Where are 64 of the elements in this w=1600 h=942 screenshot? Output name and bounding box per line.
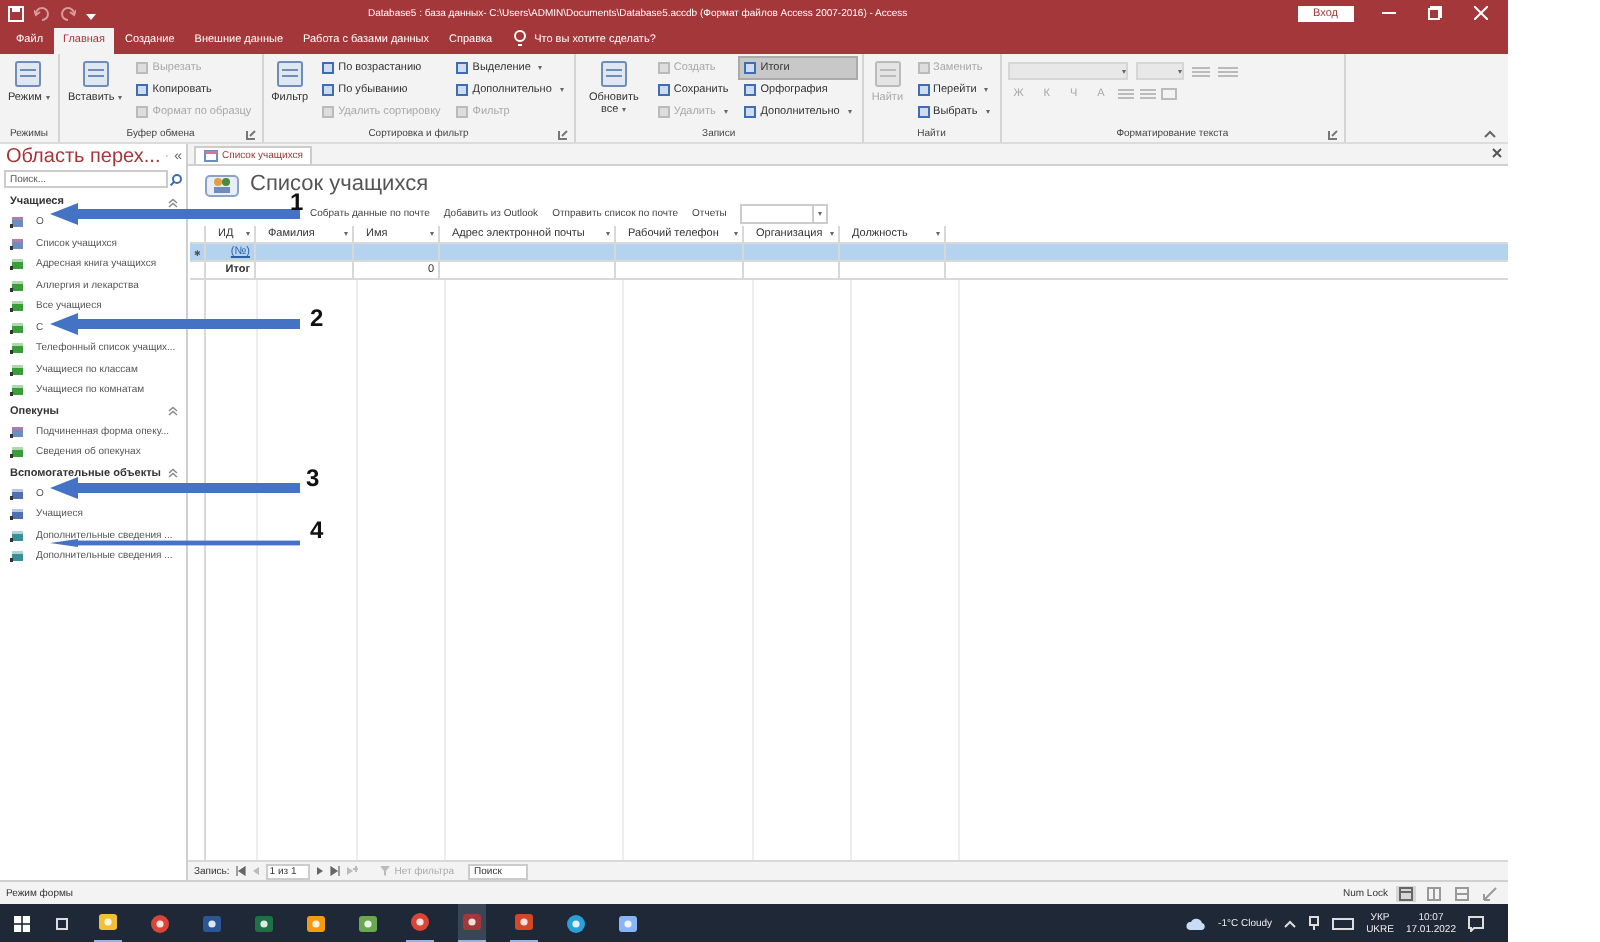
object-icon bbox=[10, 384, 24, 397]
keyboard-icon[interactable] bbox=[1332, 917, 1355, 929]
object-icon bbox=[10, 258, 24, 271]
restore-icon[interactable] bbox=[1428, 6, 1442, 20]
undo-icon[interactable] bbox=[34, 5, 50, 21]
object-icon bbox=[10, 508, 24, 521]
square-app-icon bbox=[514, 912, 534, 932]
callout-number: 4 bbox=[310, 518, 324, 542]
next-record-icon[interactable] bbox=[316, 866, 325, 876]
tool-icon bbox=[14, 60, 43, 88]
tool-icon bbox=[81, 60, 110, 88]
lightbulb-icon bbox=[514, 30, 527, 46]
form-title: Список учащихся bbox=[250, 172, 429, 196]
square-app-icon bbox=[254, 913, 274, 933]
cloud-icon bbox=[1186, 917, 1207, 929]
square-app-icon bbox=[202, 913, 222, 933]
square-app-icon bbox=[98, 912, 118, 932]
callout-number: 1 bbox=[290, 190, 304, 214]
first-record-icon[interactable] bbox=[235, 866, 246, 876]
notification-icon[interactable] bbox=[1468, 915, 1484, 931]
square-app-icon bbox=[358, 913, 378, 933]
tool-icon bbox=[275, 60, 304, 88]
object-icon bbox=[10, 363, 24, 376]
circle-app-icon bbox=[410, 912, 430, 932]
launcher-icon[interactable] bbox=[557, 129, 568, 139]
people-icon bbox=[204, 170, 240, 198]
object-icon bbox=[10, 487, 24, 500]
object-icon bbox=[10, 279, 24, 292]
minimize-icon[interactable] bbox=[1382, 6, 1396, 20]
circle-app-icon bbox=[566, 913, 586, 933]
pane-title: Область перех... bbox=[6, 145, 161, 167]
square-app-icon bbox=[306, 913, 326, 933]
callout-number: 3 bbox=[306, 466, 320, 490]
launcher-icon[interactable] bbox=[245, 129, 256, 139]
object-icon bbox=[10, 529, 24, 542]
layout-view-icon[interactable] bbox=[1452, 885, 1472, 901]
redo-icon[interactable] bbox=[60, 5, 76, 21]
funnel-icon bbox=[380, 866, 391, 876]
close-icon[interactable] bbox=[1492, 148, 1502, 158]
tool-icon bbox=[599, 60, 628, 88]
taskbar-app-icon[interactable] bbox=[458, 904, 486, 942]
object-icon bbox=[10, 300, 24, 313]
save-icon[interactable] bbox=[8, 5, 24, 21]
datasheet-view-icon[interactable] bbox=[1424, 885, 1444, 901]
task-view-icon[interactable] bbox=[54, 915, 70, 931]
square-app-icon bbox=[618, 913, 638, 933]
object-icon bbox=[10, 237, 24, 250]
object-icon bbox=[10, 446, 24, 459]
collapse-ribbon-icon[interactable] bbox=[1484, 130, 1496, 138]
object-icon bbox=[10, 342, 24, 355]
form-view-icon[interactable] bbox=[1396, 885, 1416, 901]
design-view-icon[interactable] bbox=[1480, 885, 1500, 901]
callout-number: 2 bbox=[310, 306, 324, 330]
object-icon bbox=[10, 550, 24, 563]
object-icon bbox=[10, 216, 24, 229]
last-record-icon[interactable] bbox=[330, 866, 341, 876]
square-app-icon bbox=[462, 912, 482, 932]
object-icon bbox=[10, 425, 24, 438]
object-icon bbox=[10, 321, 24, 334]
windows-logo-icon[interactable] bbox=[14, 915, 30, 931]
circle-app-icon bbox=[150, 913, 170, 933]
tool-icon bbox=[873, 60, 902, 88]
search-icon bbox=[170, 173, 182, 185]
network-icon[interactable] bbox=[1308, 916, 1321, 930]
